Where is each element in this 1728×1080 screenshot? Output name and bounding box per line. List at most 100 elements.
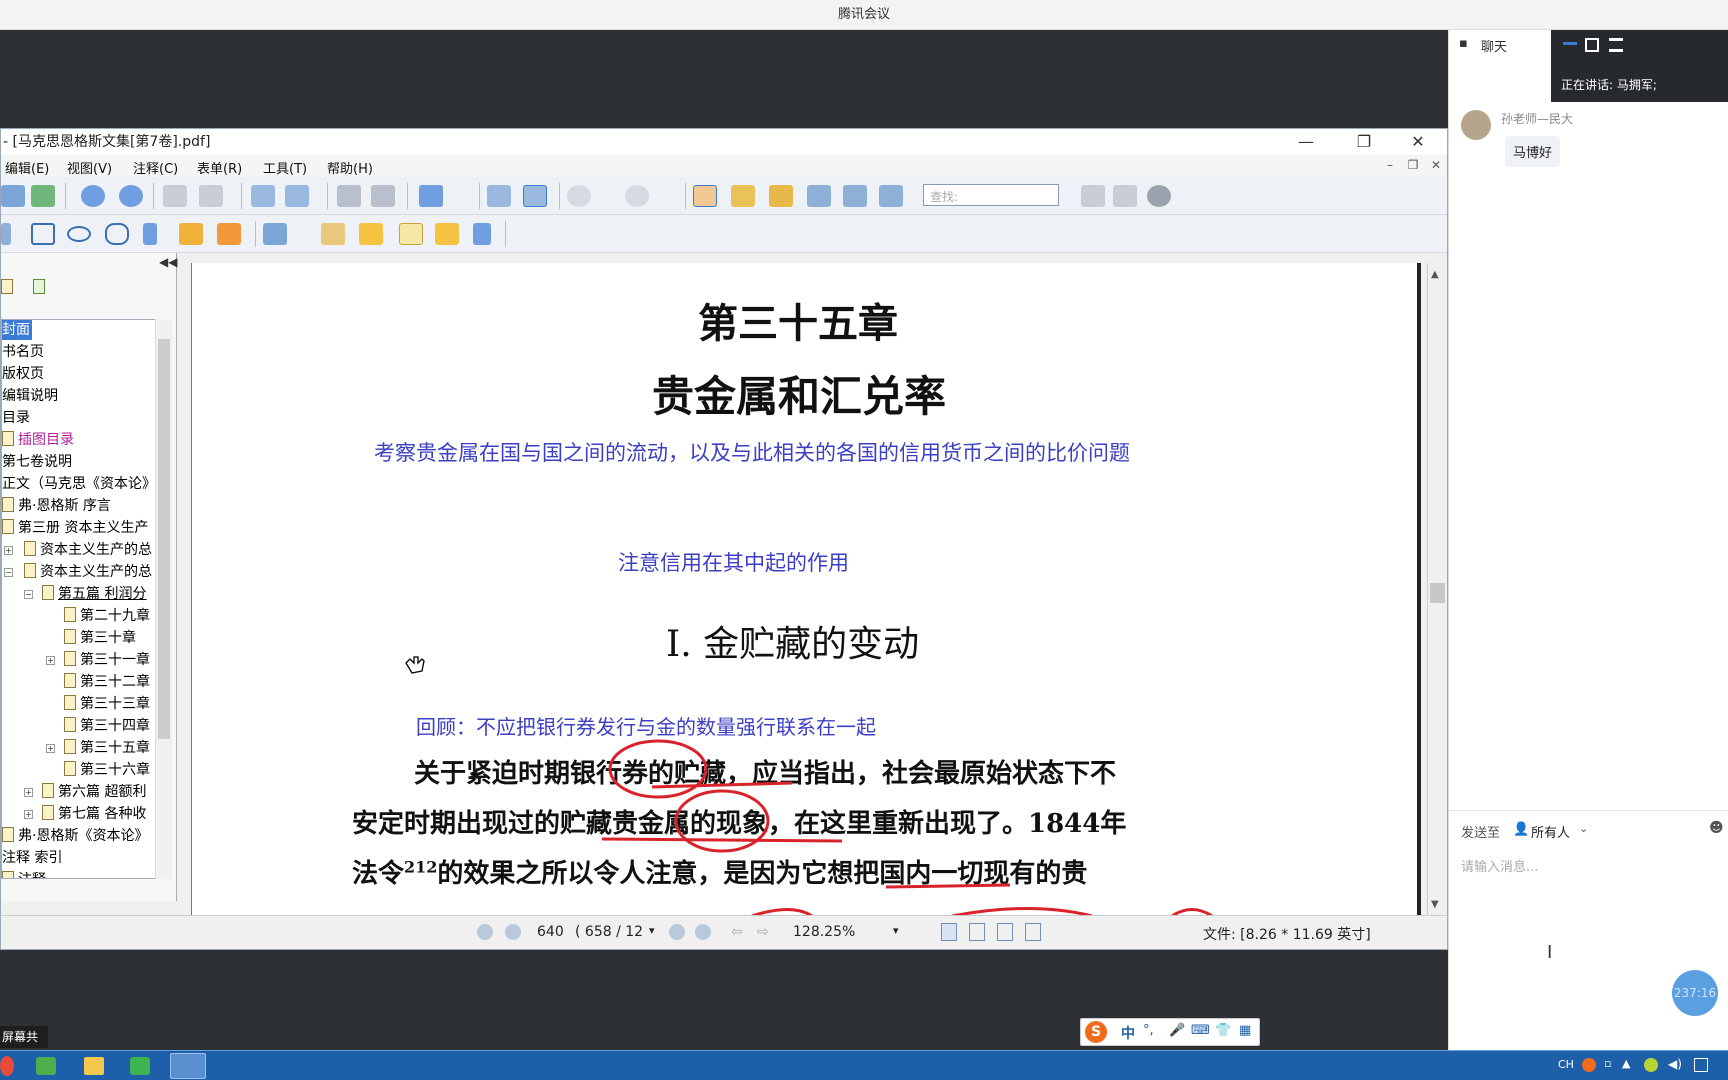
arrow-tool-icon[interactable]	[473, 223, 491, 245]
meeting-timer[interactable]: 237:16	[1672, 970, 1718, 1016]
pencil-tool-icon[interactable]	[179, 223, 203, 245]
continuous-icon[interactable]	[969, 923, 985, 941]
tree-item[interactable]: 第三十二章	[64, 672, 150, 692]
rectangle-tool-icon[interactable]	[31, 223, 55, 245]
toolbox-icon[interactable]: ▦	[1239, 1023, 1251, 1038]
first-page-icon[interactable]	[477, 924, 493, 940]
tree-item[interactable]: 书名页	[2, 342, 44, 362]
cloud-tool-icon[interactable]	[143, 223, 157, 245]
tray-expand-icon[interactable]: ▲	[1622, 1057, 1630, 1070]
action-center-icon[interactable]	[1694, 1058, 1708, 1072]
search-prev-icon[interactable]	[1081, 185, 1105, 207]
scroll-down-icon[interactable]: ▼	[1431, 899, 1439, 910]
expand-icon[interactable]: +	[4, 546, 13, 555]
punctuation-icon[interactable]: °,	[1143, 1023, 1154, 1038]
sogou-tray-icon[interactable]	[1582, 1058, 1596, 1072]
sogou-icon[interactable]: S	[1085, 1021, 1107, 1043]
tree-scrollbar[interactable]	[155, 319, 172, 879]
search-input[interactable]: 查找:	[923, 184, 1059, 206]
page-number[interactable]: 640	[537, 924, 564, 940]
chinese-mode-icon[interactable]: 中	[1121, 1023, 1135, 1043]
restore-button[interactable]: ❐	[1339, 129, 1389, 155]
start-orb-icon[interactable]	[0, 1056, 14, 1076]
doc-close-icon[interactable]: ✕	[1427, 158, 1445, 172]
app-icon[interactable]	[36, 1057, 56, 1075]
snapshot-icon[interactable]	[879, 185, 903, 207]
single-page-icon[interactable]	[941, 923, 957, 941]
close-button[interactable]: ✕	[1393, 129, 1443, 155]
microphone-icon[interactable]: 🎤	[1169, 1023, 1185, 1038]
tree-item[interactable]: 弗·恩格斯 序言	[2, 496, 111, 516]
next-page-icon[interactable]	[669, 924, 685, 940]
email-icon[interactable]	[31, 185, 55, 207]
back-arrow-icon[interactable]: ⇦	[731, 924, 743, 940]
menu-view[interactable]: 视图(V)	[67, 158, 112, 177]
select-icon[interactable]	[769, 185, 793, 207]
extract-page-icon[interactable]	[251, 185, 275, 207]
textbox-icon[interactable]	[399, 223, 423, 245]
collapse-panel-icon[interactable]: ◀◀	[159, 255, 177, 269]
edit-annotation-icon[interactable]	[263, 223, 287, 245]
tree-item[interactable]: 编辑说明	[2, 386, 58, 406]
comment-icon[interactable]	[435, 223, 459, 245]
tree-item[interactable]: 正文（马克思《资本论》	[2, 474, 156, 494]
tree-scroll-thumb[interactable]	[158, 339, 170, 739]
highlighter-tool-icon[interactable]	[217, 223, 241, 245]
volume-icon[interactable]: ◀)	[1668, 1057, 1682, 1071]
chevron-down-icon[interactable]: ▾	[893, 924, 899, 937]
advanced-search-icon[interactable]	[1147, 185, 1171, 207]
tree-item[interactable]: 第三十一章	[64, 650, 150, 670]
expand-icon[interactable]: +	[24, 788, 33, 797]
tree-item[interactable]: 目录	[2, 408, 30, 428]
tree-item[interactable]: 第三十章	[64, 628, 136, 648]
last-page-icon[interactable]	[695, 924, 711, 940]
tree-item[interactable]: 插图目录	[2, 430, 74, 450]
document-scrollbar[interactable]: ▲ ▼	[1427, 263, 1447, 916]
folder-icon[interactable]	[84, 1057, 104, 1075]
menu-edit[interactable]: 编辑(E)	[5, 158, 49, 177]
find-icon[interactable]	[807, 185, 831, 207]
window-icon[interactable]	[1585, 38, 1599, 52]
text-tool-icon[interactable]	[843, 185, 867, 207]
line-tool-icon[interactable]	[1, 223, 11, 245]
chat-tab[interactable]: 聊天	[1481, 36, 1507, 55]
tree-item[interactable]: 第三十三章	[64, 694, 150, 714]
chevron-down-icon[interactable]: ▾	[649, 924, 655, 937]
tree-item[interactable]: 资本主义生产的总	[24, 540, 152, 560]
doc-minimize-icon[interactable]: –	[1381, 158, 1399, 172]
zoom-out-icon[interactable]	[567, 185, 591, 207]
undo-icon[interactable]	[337, 185, 361, 207]
next-page-icon[interactable]	[119, 185, 143, 207]
message-input[interactable]: 请输入消息...	[1461, 856, 1538, 875]
search-next-icon[interactable]	[1113, 185, 1137, 207]
emoji-icon[interactable]: ☻	[1709, 820, 1724, 836]
keyboard-icon[interactable]: ⌨	[1191, 1023, 1210, 1038]
expand-icon[interactable]: +	[24, 810, 33, 819]
minimize-button[interactable]: —	[1281, 129, 1331, 155]
tree-item[interactable]: 版权页	[2, 364, 44, 384]
zoom-in-icon[interactable]	[625, 185, 649, 207]
tree-item[interactable]: 第七卷说明	[2, 452, 72, 472]
skin-icon[interactable]: 👕	[1215, 1023, 1231, 1038]
tree-item[interactable]: 第二十九章	[64, 606, 150, 626]
tree-item[interactable]: 第三十四章	[64, 716, 150, 736]
ellipse-tool-icon[interactable]	[67, 226, 91, 242]
menu-form[interactable]: 表单(R)	[197, 158, 242, 177]
back-icon[interactable]	[163, 185, 187, 207]
keyboard-tray-icon[interactable]: ▫	[1604, 1057, 1611, 1070]
insert-page-icon[interactable]	[285, 185, 309, 207]
collapse-icon[interactable]: −	[4, 568, 13, 577]
tree-item[interactable]: 第三十六章	[64, 760, 150, 780]
tree-item[interactable]: 第三十五章	[64, 738, 150, 758]
forward-arrow-icon[interactable]: ⇨	[757, 924, 769, 940]
tencent-meeting-taskbar-icon[interactable]	[170, 1053, 206, 1079]
fit-page-icon[interactable]	[487, 185, 511, 207]
forward-icon[interactable]	[199, 185, 223, 207]
list-icon[interactable]	[1609, 38, 1623, 52]
minimize-icon[interactable]	[1563, 42, 1577, 45]
tree-item[interactable]: 第七篇 各种收	[42, 804, 146, 824]
polygon-tool-icon[interactable]	[105, 223, 129, 245]
tree-item[interactable]: 封面	[2, 320, 32, 340]
document-scroll-thumb[interactable]	[1430, 583, 1445, 603]
tree-item[interactable]: 注释	[2, 870, 46, 878]
